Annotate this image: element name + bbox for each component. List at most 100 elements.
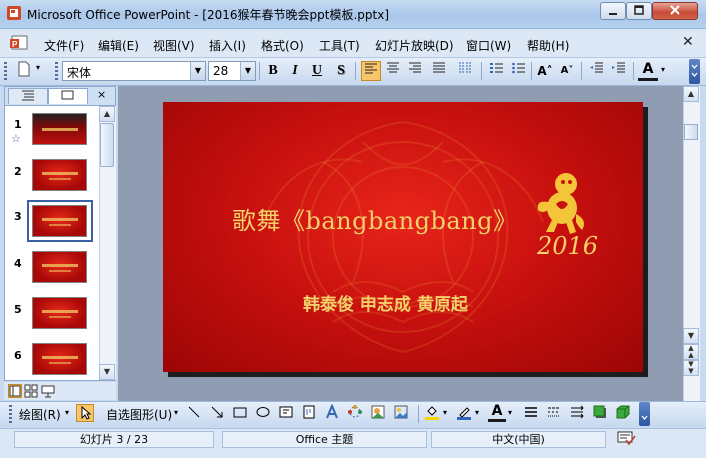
numbering-button[interactable] bbox=[487, 61, 507, 81]
align-left-button[interactable] bbox=[361, 61, 381, 81]
toolbar-options-arrow[interactable]: ▾ bbox=[36, 63, 40, 72]
menu-view[interactable]: 视图(V) bbox=[153, 37, 195, 54]
slide-thumbnail[interactable] bbox=[32, 251, 87, 283]
scrollbar-thumb[interactable] bbox=[100, 123, 114, 167]
toolbar-separator bbox=[481, 62, 482, 80]
select-objects-button[interactable] bbox=[76, 404, 94, 422]
diagram-button[interactable] bbox=[346, 404, 364, 422]
increase-indent-button[interactable] bbox=[609, 61, 629, 81]
slide-thumbnail[interactable] bbox=[32, 297, 87, 329]
menu-insert[interactable]: 插入(I) bbox=[209, 37, 246, 54]
tab-outline[interactable] bbox=[8, 88, 48, 104]
slide-sorter-view-button[interactable] bbox=[24, 384, 38, 398]
wordart-button[interactable] bbox=[323, 403, 341, 422]
powerpoint-app-icon[interactable] bbox=[6, 5, 22, 21]
align-right-button[interactable] bbox=[405, 61, 425, 81]
menu-format[interactable]: 格式(O) bbox=[261, 37, 304, 54]
scroll-up-button[interactable]: ▲ bbox=[99, 106, 115, 122]
thumbnail-text-line bbox=[42, 264, 78, 267]
toolbar-grip[interactable] bbox=[55, 62, 58, 80]
chevron-down-icon: ▾ bbox=[174, 408, 179, 417]
slide-thumbnail[interactable] bbox=[32, 113, 87, 145]
slide-year-text[interactable]: 2016 bbox=[537, 232, 598, 260]
toolbar-separator bbox=[531, 62, 532, 80]
shadow-button[interactable]: S bbox=[331, 61, 351, 81]
scrollbar-thumb[interactable] bbox=[684, 124, 698, 140]
slideshow-view-button[interactable] bbox=[41, 384, 55, 398]
menu-tools[interactable]: 工具(T) bbox=[319, 37, 360, 54]
clip-art-button[interactable] bbox=[369, 404, 387, 422]
dash-style-button[interactable] bbox=[545, 404, 563, 422]
bullets-button[interactable] bbox=[509, 61, 529, 81]
line-style-button[interactable] bbox=[522, 404, 540, 422]
slide-thumbnail[interactable] bbox=[32, 159, 87, 191]
fill-color-button[interactable] bbox=[423, 404, 441, 422]
close-icon bbox=[670, 5, 680, 15]
shrink-font-button[interactable]: A˅ bbox=[557, 61, 577, 81]
scroll-down-button[interactable]: ▼ bbox=[99, 364, 115, 380]
align-center-button[interactable] bbox=[383, 61, 403, 81]
menu-help[interactable]: 帮助(H) bbox=[527, 37, 569, 54]
italic-button[interactable]: I bbox=[285, 61, 305, 81]
bold-button[interactable]: B bbox=[263, 61, 283, 81]
decrease-indent-button[interactable] bbox=[587, 61, 607, 81]
pane-close-button[interactable]: × bbox=[97, 88, 106, 101]
autoshapes-menu-button[interactable]: 自选图形(U) bbox=[106, 406, 172, 423]
slide-number: 3 bbox=[14, 210, 22, 223]
fill-color-dropdown[interactable]: ▾ bbox=[443, 408, 447, 417]
thumbnail-text-line bbox=[42, 128, 78, 131]
line-color-dropdown[interactable]: ▾ bbox=[475, 408, 479, 417]
menu-edit[interactable]: 编辑(E) bbox=[98, 37, 139, 54]
chevron-double-down-icon bbox=[691, 64, 698, 78]
menu-file[interactable]: 文件(F) bbox=[44, 37, 84, 54]
line-tool-button[interactable] bbox=[185, 404, 203, 422]
monkey-zodiac-icon[interactable] bbox=[532, 170, 590, 238]
toolbar-grip[interactable] bbox=[9, 405, 12, 423]
font-size-select[interactable]: 28 ▼ bbox=[208, 61, 256, 81]
toolbar-grip[interactable] bbox=[4, 62, 7, 80]
document-control-icon[interactable]: P bbox=[10, 34, 30, 52]
font-color-dropdown[interactable]: ▾ bbox=[661, 65, 665, 74]
scroll-down-button[interactable]: ▼ bbox=[683, 328, 699, 344]
arrow-style-button[interactable] bbox=[568, 404, 586, 422]
3d-style-button[interactable] bbox=[614, 404, 632, 422]
grow-font-button[interactable]: A˄ bbox=[535, 61, 555, 81]
minimize-button[interactable] bbox=[600, 2, 626, 20]
line-color-button[interactable] bbox=[455, 404, 473, 422]
oval-icon bbox=[256, 407, 270, 417]
normal-view-button[interactable] bbox=[8, 384, 22, 398]
close-document-button[interactable]: ✕ bbox=[682, 34, 694, 50]
draw-menu-button[interactable]: 绘图(R) bbox=[19, 406, 61, 423]
rectangle-tool-button[interactable] bbox=[231, 404, 249, 422]
slide-subtitle[interactable]: 韩泰俊 申志成 黄原起 bbox=[303, 290, 468, 315]
spell-check-button[interactable] bbox=[615, 430, 637, 446]
shadow-style-button[interactable] bbox=[591, 404, 609, 422]
slide-thumbnail[interactable] bbox=[32, 343, 87, 375]
columns-button[interactable] bbox=[455, 61, 475, 81]
toolbar-overflow-button[interactable] bbox=[689, 59, 700, 84]
oval-tool-button[interactable] bbox=[254, 404, 272, 422]
drawing-font-color-button[interactable]: A bbox=[488, 404, 506, 422]
menu-slideshow[interactable]: 幻灯片放映(D) bbox=[375, 37, 454, 54]
font-color-button[interactable]: A bbox=[638, 61, 658, 81]
font-color-dropdown[interactable]: ▾ bbox=[508, 408, 512, 417]
justify-button[interactable] bbox=[429, 61, 449, 81]
previous-slide-button[interactable]: ▲ ▲ bbox=[683, 344, 699, 360]
increase-indent-icon bbox=[612, 62, 625, 73]
underline-button[interactable]: U bbox=[307, 61, 327, 81]
maximize-button[interactable] bbox=[626, 2, 652, 20]
arrow-tool-button[interactable] bbox=[208, 404, 226, 422]
scroll-up-button[interactable]: ▲ bbox=[683, 86, 699, 102]
font-name-select[interactable]: 宋体 ▼ bbox=[62, 61, 206, 81]
insert-picture-button[interactable] bbox=[392, 404, 410, 422]
vertical-textbox-button[interactable] bbox=[300, 404, 318, 422]
window-close-button[interactable] bbox=[652, 2, 698, 20]
drawing-toolbar-overflow-button[interactable] bbox=[639, 402, 650, 426]
menu-window[interactable]: 窗口(W) bbox=[466, 37, 511, 54]
tab-slides[interactable] bbox=[48, 88, 88, 104]
slide-title[interactable]: 歌舞《bangbangbang》 bbox=[232, 201, 517, 236]
slide-thumbnail-selected[interactable] bbox=[32, 205, 87, 237]
new-document-button[interactable] bbox=[14, 61, 34, 81]
next-slide-button[interactable]: ▼ ▼ bbox=[683, 360, 699, 376]
textbox-tool-button[interactable] bbox=[277, 404, 295, 422]
